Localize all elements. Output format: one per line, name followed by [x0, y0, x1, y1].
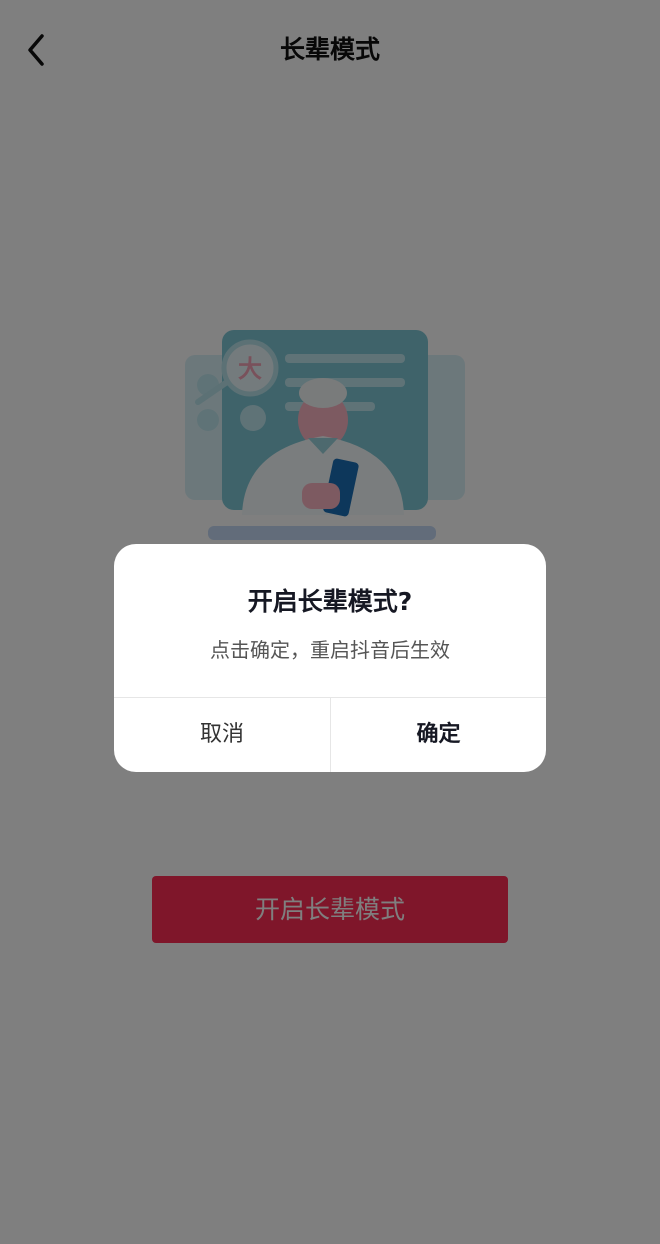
dialog-title: 开启长辈模式? [247, 587, 413, 616]
confirm-button[interactable]: 确定 [331, 698, 546, 772]
confirm-dialog: 开启长辈模式? 点击确定，重启抖音后生效 取消 确定 [114, 544, 546, 772]
cancel-button[interactable]: 取消 [114, 698, 330, 772]
dialog-message: 点击确定，重启抖音后生效 [210, 638, 450, 662]
